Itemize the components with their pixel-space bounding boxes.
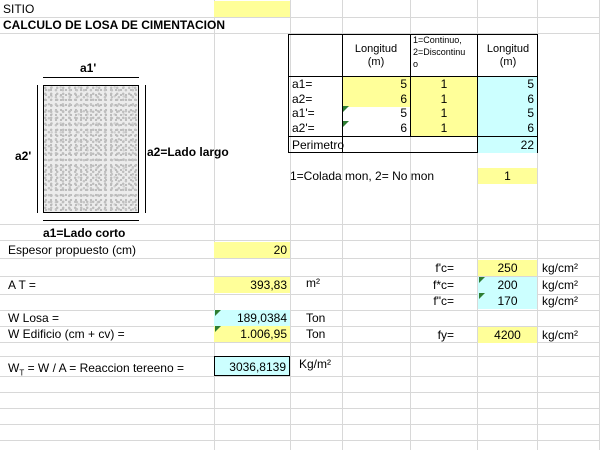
formula-marker-icon [343,121,349,127]
slab-diagram [43,85,139,213]
diagram-top-label: a1' [80,61,97,75]
formula-marker-icon [215,310,221,316]
dim-row-result[interactable]: 6 [478,121,537,136]
at-label: A T = [8,278,36,292]
site-input[interactable] [214,1,290,17]
perimeter-label: Perimetro [292,138,345,152]
material-label: f"c= [433,294,454,308]
wlosa-value[interactable]: 189,0384 [214,310,290,326]
wt-label: WT = W / A = Reaccion tereeno = [8,361,184,378]
wt-value[interactable]: 3036,8139 [214,356,290,376]
dimension-line-bottom [43,220,139,221]
diagram-right-label: a2=Lado largo [147,145,229,159]
material-value[interactable]: 4200 [478,327,537,343]
site-label: SITIO [3,2,35,16]
perimeter-value[interactable]: 22 [478,137,537,153]
wlosa-label: W Losa = [8,311,60,325]
dim-row-result[interactable]: 6 [478,92,537,107]
dimension-line-right [145,85,146,213]
dim-row-length[interactable]: 6 [343,121,410,136]
material-value[interactable]: 170 [478,293,537,309]
material-unit: kg/cm² [542,328,578,342]
dimension-line-top [43,77,139,78]
colada-label: 1=Colada mon, 2= No mon [290,169,435,183]
wedificio-value[interactable]: 1.006,95 [214,326,290,342]
dim-row-label: a1= [292,77,313,91]
diagram-bottom-label: a1=Lado corto [43,226,126,240]
dim-row-result[interactable]: 5 [478,77,537,92]
dim-row-type[interactable]: 1 [411,92,477,107]
dim-row-type[interactable]: 1 [411,106,477,121]
wlosa-unit: Ton [306,311,326,325]
material-label: fy= [437,328,454,342]
wedificio-label: W Edificio (cm + cv) = [8,327,125,341]
page-title: CALCULO DE LOSA DE CIMENTACION [3,18,225,32]
material-value[interactable]: 200 [478,277,537,293]
formula-marker-icon [479,293,485,299]
header-continuity: 1=Continuo, 2=Discontinu o [413,35,466,69]
wt-unit: Kg/m² [299,357,332,371]
dim-row-length[interactable]: 6 [343,92,410,107]
dim-row-label: a2'= [292,121,315,135]
material-value[interactable]: 250 [478,260,537,276]
dim-row-label: a1'= [292,106,315,120]
material-label: f*c= [432,278,454,292]
header-longitud: Longitud (m) [354,42,398,68]
dim-row-length[interactable]: 5 [343,106,410,121]
formula-marker-icon [343,106,349,112]
formula-marker-icon [479,277,485,283]
material-unit: kg/cm² [542,294,578,308]
dim-row-result[interactable]: 5 [478,106,537,121]
at-value[interactable]: 393,83 [214,277,290,293]
at-unit: m² [306,276,320,290]
dim-row-type[interactable]: 1 [411,121,477,136]
dim-row-length[interactable]: 5 [343,77,410,92]
dimension-line-left [37,85,38,213]
material-unit: kg/cm² [542,261,578,275]
espesor-input[interactable]: 20 [214,242,290,258]
material-label: f'c= [435,261,454,275]
dim-row-type[interactable]: 1 [411,77,477,92]
wedificio-unit: Ton [306,327,326,341]
diagram-left-label: a2' [15,149,32,163]
material-unit: kg/cm² [542,278,578,292]
espesor-label: Espesor propuesto (cm) [8,243,137,257]
header-longitud-result: Longitud (m) [486,42,530,68]
colada-input[interactable]: 1 [478,168,537,184]
dim-row-label: a2= [292,92,313,106]
formula-marker-icon [215,326,221,332]
